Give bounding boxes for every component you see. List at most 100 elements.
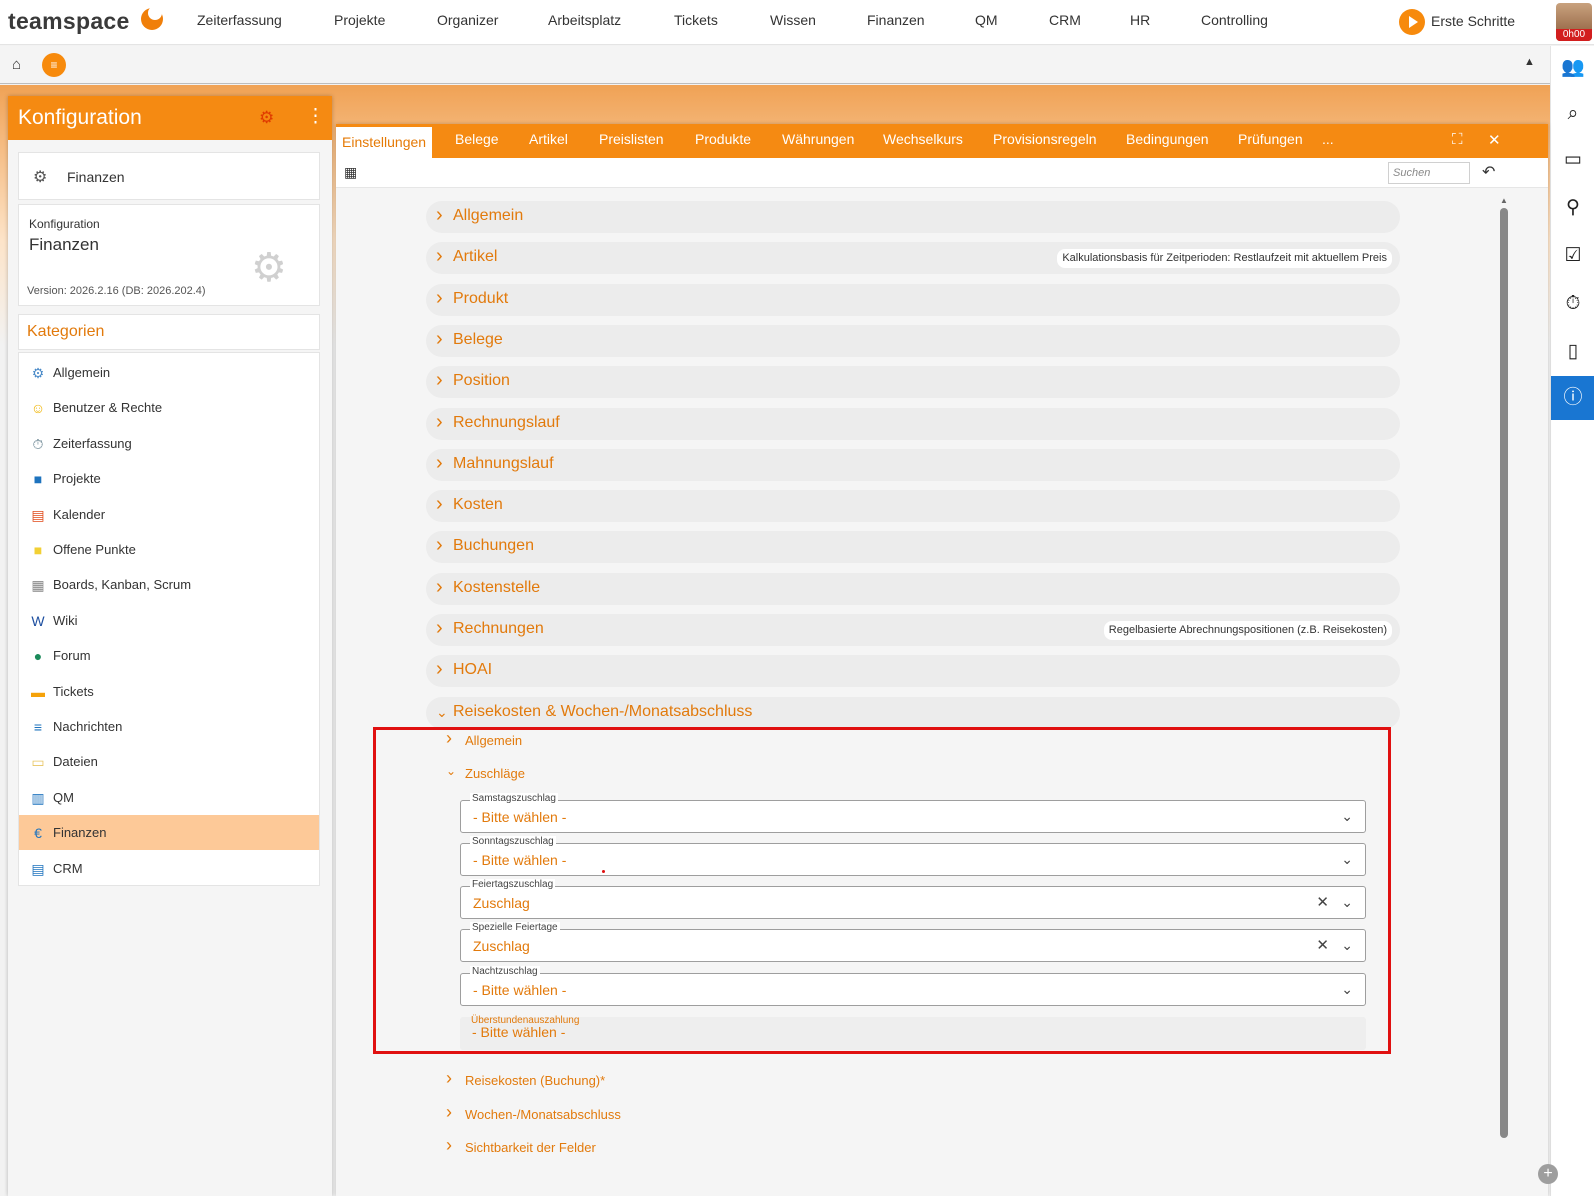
category-finanzen[interactable]: € Finanzen <box>19 815 319 851</box>
tab-belege[interactable]: Belege <box>449 124 505 158</box>
category-qm[interactable]: ▥ QM <box>19 780 319 815</box>
clear-icon[interactable]: ✕ <box>1316 936 1329 954</box>
category-nachrichten[interactable]: ≡ Nachrichten <box>19 709 319 744</box>
mobile-icon[interactable]: ▯ <box>1551 330 1594 374</box>
scrollbar[interactable]: ▲ <box>1500 196 1508 1196</box>
menu-list-icon[interactable]: ≡ <box>42 53 66 77</box>
tab-more[interactable]: ... <box>1316 124 1340 158</box>
tab-einstellungen[interactable]: Einstellungen <box>336 124 433 158</box>
category-offene-punkte[interactable]: ■ Offene Punkte <box>19 532 319 567</box>
chevron-down-icon[interactable]: ⌄ <box>1341 937 1353 954</box>
settings-gear-icon[interactable]: ⚙ <box>259 108 274 128</box>
section-kosten[interactable]: › Kosten <box>426 490 1400 523</box>
module-card[interactable]: ⚙ Finanzen <box>18 152 320 200</box>
tab-pruefungen[interactable]: Prüfungen <box>1232 124 1309 158</box>
more-options-icon[interactable]: ⋮ <box>306 105 325 128</box>
clear-icon[interactable]: ✕ <box>1316 893 1329 911</box>
section-reisekosten-wochen-monatsabschluss[interactable]: ⌄ Reisekosten & Wochen-/Monatsabschluss <box>426 696 1400 729</box>
category-label: Forum <box>53 648 91 664</box>
scroll-up-icon[interactable]: ▲ <box>1500 196 1508 205</box>
add-icon[interactable]: + <box>1538 1164 1558 1184</box>
tab-artikel[interactable]: Artikel <box>523 124 574 158</box>
stopwatch-icon[interactable]: ⏱ <box>1551 282 1594 326</box>
category-tickets[interactable]: ▬ Tickets <box>19 674 319 709</box>
tasks-check-icon[interactable]: ☑ <box>1551 234 1594 278</box>
user-avatar[interactable]: 0h00 <box>1556 3 1592 41</box>
close-icon[interactable]: ✕ <box>1488 131 1501 149</box>
category-boards-kanban-scrum[interactable]: ▦ Boards, Kanban, Scrum <box>19 567 319 602</box>
category-benutzer-rechte[interactable]: ☺ Benutzer & Rechte <box>19 390 319 425</box>
panel-title: Konfiguration <box>18 106 142 129</box>
logo-mark-icon <box>141 6 163 30</box>
tab-bedingungen[interactable]: Bedingungen <box>1120 124 1215 158</box>
info-icon[interactable]: ⓘ <box>1551 376 1594 420</box>
pin-icon[interactable]: ⚲ <box>1551 186 1594 230</box>
nav-arbeitsplatz[interactable]: Arbeitsplatz <box>548 12 621 28</box>
chevron-down-icon[interactable]: ⌄ <box>1341 851 1353 868</box>
select-feiertagszuschlag[interactable]: Feiertagszuschlag Zuschlag ⌄ ✕ <box>460 879 1366 919</box>
home-icon[interactable]: ⌂ <box>12 56 21 73</box>
collapse-up-icon[interactable]: ▲ <box>1524 56 1535 68</box>
tab-provisionsregeln[interactable]: Provisionsregeln <box>987 124 1103 158</box>
tab-waehrungen[interactable]: Währungen <box>776 124 860 158</box>
scrollbar-thumb[interactable] <box>1500 208 1508 1138</box>
chevron-down-icon[interactable]: ⌄ <box>1341 894 1353 911</box>
field-label: Sonntagszuschlag <box>470 836 556 847</box>
tab-produkte[interactable]: Produkte <box>689 124 757 158</box>
category-label: Dateien <box>53 754 98 770</box>
category-allgemein[interactable]: ⚙ Allgemein <box>19 355 319 390</box>
category-kalender[interactable]: ▤ Kalender <box>19 497 319 532</box>
teamspace-logo[interactable]: teamspace <box>8 8 130 35</box>
nav-organizer[interactable]: Organizer <box>437 12 498 28</box>
nav-qm[interactable]: QM <box>975 12 998 28</box>
section-rechnungen[interactable]: › Rechnungen Regelbasierte Abrechnungsposi… <box>426 614 1400 646</box>
search-input[interactable]: Suchen <box>1388 162 1470 184</box>
chevron-down-icon[interactable]: ⌄ <box>1341 981 1353 998</box>
section-rechnungslauf[interactable]: › Rechnungslauf <box>426 407 1400 440</box>
nav-hr[interactable]: HR <box>1130 12 1150 28</box>
category-wiki[interactable]: W Wiki <box>19 603 319 638</box>
qm-book-icon: ▥ <box>31 789 45 806</box>
chevron-right-icon: › <box>436 327 443 350</box>
select-spezielle-feiertage[interactable]: Spezielle Feiertage Zuschlag ⌄ ✕ <box>460 922 1366 962</box>
contact-card-icon[interactable]: ▭ <box>1551 138 1594 182</box>
nav-crm[interactable]: CRM <box>1049 12 1081 28</box>
section-position[interactable]: › Position <box>426 366 1400 399</box>
undo-icon[interactable]: ↶ <box>1482 162 1495 182</box>
chevron-down-icon[interactable]: ⌄ <box>1341 808 1353 825</box>
users-icon[interactable]: 👥 <box>1551 46 1594 90</box>
subsection-title: Allgemein <box>465 733 523 748</box>
section-produkt[interactable]: › Produkt <box>426 283 1400 316</box>
select-sonntagszuschlag[interactable]: Sonntagszuschlag - Bitte wählen - ⌄ <box>460 836 1366 876</box>
section-allgemein[interactable]: › Allgemein <box>426 201 1400 233</box>
excel-export-icon[interactable]: ▦ <box>344 164 357 181</box>
select-nachtzuschlag[interactable]: Nachtzuschlag - Bitte wählen - ⌄ <box>460 966 1366 1006</box>
field-value: Zuschlag <box>473 895 530 911</box>
nav-projekte[interactable]: Projekte <box>334 12 385 28</box>
section-hoai[interactable]: › HOAI <box>426 655 1400 688</box>
nav-finanzen[interactable]: Finanzen <box>867 12 925 28</box>
maximize-icon[interactable]: ⛶ <box>1452 131 1463 148</box>
category-forum[interactable]: ● Forum <box>19 638 319 673</box>
section-mahnungslauf[interactable]: › Mahnungslauf <box>426 448 1400 481</box>
nav-tickets[interactable]: Tickets <box>674 12 718 28</box>
category-zeiterfassung[interactable]: ⏱ Zeiterfassung <box>19 426 319 461</box>
section-belege[interactable]: › Belege <box>426 324 1400 357</box>
nav-controlling[interactable]: Controlling <box>1201 12 1268 28</box>
section-kostenstelle[interactable]: › Kostenstelle <box>426 572 1400 605</box>
time-tracker-badge[interactable]: 0h00 <box>1556 29 1592 41</box>
section-buchungen[interactable]: › Buchungen <box>426 531 1400 564</box>
chevron-right-icon: › <box>436 369 443 392</box>
section-artikel[interactable]: › Artikel Kalkulationsbasis für Zeitperiod… <box>426 242 1400 275</box>
tab-preislisten[interactable]: Preislisten <box>593 124 670 158</box>
search-icon[interactable]: ⌕ <box>1551 92 1594 136</box>
chevron-right-icon: › <box>436 286 443 309</box>
tab-wechselkurs[interactable]: Wechselkurs <box>877 124 969 158</box>
category-crm[interactable]: ▤ CRM <box>19 851 319 886</box>
category-label: Nachrichten <box>53 719 123 734</box>
category-projekte[interactable]: ■ Projekte <box>19 461 319 496</box>
select-samstagszuschlag[interactable]: Samstagszuschlag - Bitte wählen - ⌄ <box>460 793 1366 833</box>
nav-zeiterfassung[interactable]: Zeiterfassung <box>197 12 282 28</box>
nav-wissen[interactable]: Wissen <box>770 12 816 28</box>
category-dateien[interactable]: ▭ Dateien <box>19 744 319 779</box>
